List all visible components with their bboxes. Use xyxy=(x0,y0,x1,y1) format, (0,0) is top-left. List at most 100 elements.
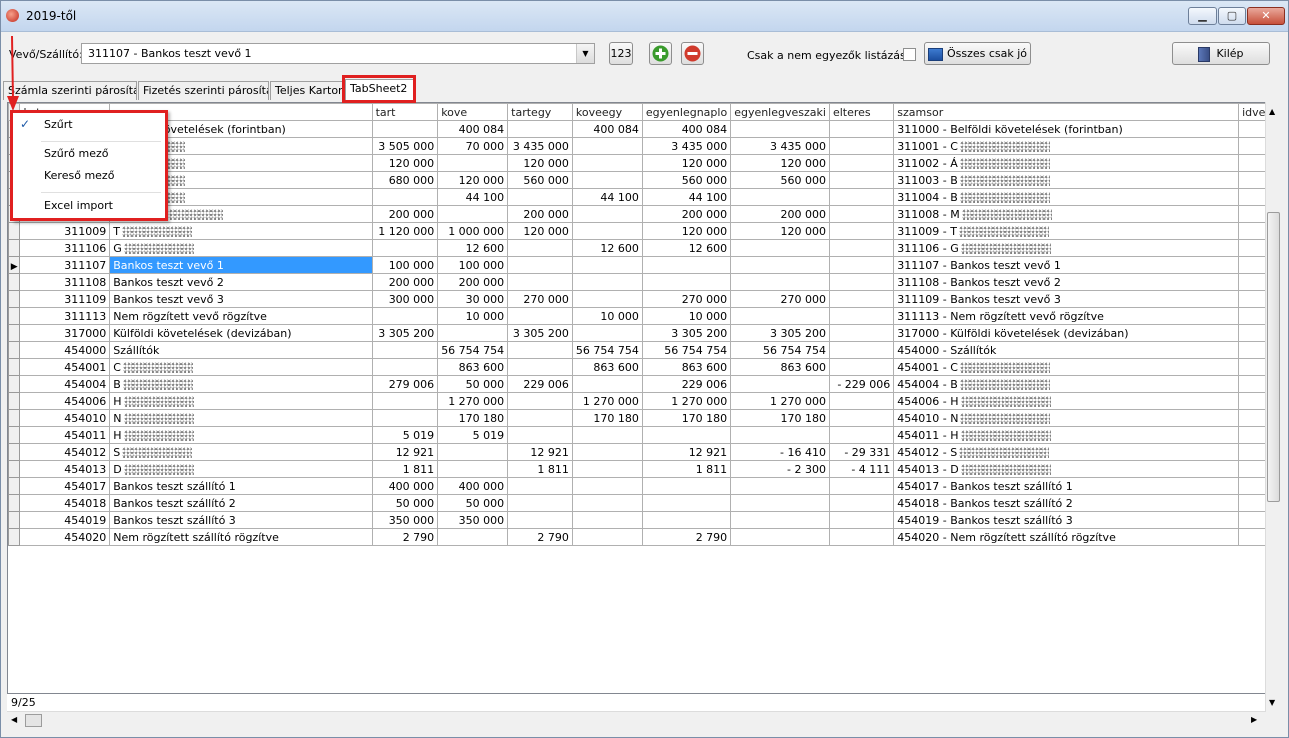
cell-egyvesz[interactable]: 560 000 xyxy=(730,171,830,189)
cell-kod[interactable]: 311106 xyxy=(19,239,111,257)
table-row[interactable]: 454012 S 12 921 12 921 12 921 - 16 410 - 29 33… xyxy=(7,443,1280,461)
cell-koveegy[interactable] xyxy=(571,426,643,444)
cell-tartegy[interactable] xyxy=(507,409,573,427)
cell-koveegy[interactable] xyxy=(571,137,643,155)
tab-fizetes-parositas[interactable]: Fizetés szerinti párosítás xyxy=(138,81,269,100)
table-row[interactable]: 311009 T 1 120 000 1 000 000 120 000 120 000 1… xyxy=(7,222,1280,240)
cell-koveegy[interactable] xyxy=(571,375,643,393)
cell-elteres[interactable] xyxy=(828,511,895,529)
row-indicator[interactable] xyxy=(7,409,21,427)
cell-koveegy[interactable] xyxy=(571,528,643,546)
table-row[interactable]: 311113 Nem rögzített vevő rögzítve 10 000 1… xyxy=(7,307,1280,325)
cell-szamsor[interactable]: 454011 - H xyxy=(893,426,1240,444)
cell-egyvesz[interactable]: 3 305 200 xyxy=(730,324,830,342)
table-row[interactable]: 454006 H 1 270 000 1 270 000 1 270 000 1 270 … xyxy=(7,392,1280,410)
cell-szamsor[interactable]: 317000 - Külföldi követelések (devizában… xyxy=(893,324,1240,342)
cell-egynaplo[interactable]: 400 084 xyxy=(641,120,732,138)
cell-tart[interactable]: 1 120 000 xyxy=(371,222,439,240)
cell-kove[interactable]: 350 000 xyxy=(437,511,509,529)
cell-koveegy[interactable]: 10 000 xyxy=(571,307,643,325)
col-header-kove[interactable]: kove xyxy=(437,103,509,121)
cell-tart[interactable]: 200 000 xyxy=(371,205,439,223)
cell-elteres[interactable] xyxy=(828,477,895,495)
cell-szamsor[interactable]: 311000 - Belföldi követelések (forintban… xyxy=(893,120,1240,138)
cell-szamsor[interactable]: 311108 - Bankos teszt vevő 2 xyxy=(893,273,1240,291)
cell-egyvesz[interactable]: 3 435 000 xyxy=(730,137,830,155)
combo-arrow-icon[interactable]: ▼ xyxy=(576,44,594,63)
cell-egynaplo[interactable]: 12 921 xyxy=(641,443,732,461)
cell-nev[interactable]: Bankos teszt szállító 3 xyxy=(109,511,373,529)
cell-kod[interactable]: 454018 xyxy=(19,494,111,512)
cell-tart[interactable] xyxy=(371,358,439,376)
cell-egynaplo[interactable]: 1 270 000 xyxy=(641,392,732,410)
row-indicator[interactable] xyxy=(7,358,21,376)
cell-kove[interactable]: 50 000 xyxy=(437,494,509,512)
cell-kove[interactable] xyxy=(437,460,509,478)
cell-egyvesz[interactable] xyxy=(730,477,830,495)
cell-egynaplo[interactable] xyxy=(641,426,732,444)
vevo-combo[interactable]: 311107 - Bankos teszt vevő 1 ▼ xyxy=(81,43,595,64)
cell-tartegy[interactable] xyxy=(507,188,573,206)
table-row[interactable]: 311106 G 12 600 12 600 12 600 311106 - G xyxy=(7,239,1280,257)
cell-tartegy[interactable] xyxy=(507,239,573,257)
cell-egyvesz[interactable]: 120 000 xyxy=(730,222,830,240)
cell-kod[interactable]: 311109 xyxy=(19,290,111,308)
cell-kove[interactable]: 70 000 xyxy=(437,137,509,155)
cell-tartegy[interactable] xyxy=(507,494,573,512)
cell-elteres[interactable] xyxy=(828,358,895,376)
cell-kove[interactable]: 1 000 000 xyxy=(437,222,509,240)
cell-kod[interactable]: 311107 xyxy=(19,256,111,274)
cell-kod[interactable]: 317000 xyxy=(19,324,111,342)
cell-kove[interactable]: 12 600 xyxy=(437,239,509,257)
cell-szamsor[interactable]: 311004 - B xyxy=(893,188,1240,206)
cell-elteres[interactable]: - 4 111 xyxy=(828,460,895,478)
cell-kod[interactable]: 454000 xyxy=(19,341,111,359)
cell-kod[interactable]: 454001 xyxy=(19,358,111,376)
table-row[interactable]: 311008Mind B200 000200 000200 000200 000… xyxy=(7,205,1280,223)
cell-kod[interactable]: 454020 xyxy=(19,528,111,546)
cell-egynaplo[interactable]: 56 754 754 xyxy=(641,341,732,359)
table-row[interactable]: 454004 B 279 006 50 000 229 006 229 006 - 229 … xyxy=(7,375,1280,393)
cell-kove[interactable]: 170 180 xyxy=(437,409,509,427)
cell-tart[interactable] xyxy=(371,188,439,206)
cell-elteres[interactable] xyxy=(828,392,895,410)
cell-kove[interactable]: 5 019 xyxy=(437,426,509,444)
cell-tartegy[interactable]: 200 000 xyxy=(507,205,573,223)
cell-nev[interactable]: Bankos teszt szállító 2 xyxy=(109,494,373,512)
cell-tartegy[interactable] xyxy=(507,426,573,444)
cell-elteres[interactable] xyxy=(828,324,895,342)
cell-szamsor[interactable]: 454001 - C xyxy=(893,358,1240,376)
row-indicator[interactable] xyxy=(7,460,21,478)
cell-elteres[interactable] xyxy=(828,290,895,308)
cell-koveegy[interactable] xyxy=(571,290,643,308)
scroll-right-icon[interactable]: ▶ xyxy=(1251,715,1257,724)
row-indicator[interactable] xyxy=(7,341,21,359)
cell-kod[interactable]: 311113 xyxy=(19,307,111,325)
cell-egyvesz[interactable]: 56 754 754 xyxy=(730,341,830,359)
cell-tart[interactable]: 279 006 xyxy=(371,375,439,393)
cell-egynaplo[interactable] xyxy=(641,477,732,495)
cell-tart[interactable]: 100 000 xyxy=(371,256,439,274)
cell-tart[interactable]: 680 000 xyxy=(371,171,439,189)
row-indicator[interactable] xyxy=(7,392,21,410)
row-indicator[interactable] xyxy=(7,222,21,240)
cell-elteres[interactable] xyxy=(828,205,895,223)
cell-tart[interactable] xyxy=(371,239,439,257)
tab-szamla-parositas[interactable]: Számla szerinti párosítás xyxy=(3,81,137,100)
cell-kod[interactable]: 454010 xyxy=(19,409,111,427)
cell-tart[interactable]: 300 000 xyxy=(371,290,439,308)
cell-elteres[interactable] xyxy=(828,239,895,257)
row-indicator[interactable] xyxy=(7,443,21,461)
cell-egyvesz[interactable] xyxy=(730,307,830,325)
cell-tart[interactable] xyxy=(371,307,439,325)
cell-elteres[interactable] xyxy=(828,256,895,274)
cell-tart[interactable]: 5 019 xyxy=(371,426,439,444)
cell-egyvesz[interactable]: 270 000 xyxy=(730,290,830,308)
cell-kove[interactable] xyxy=(437,154,509,172)
row-indicator[interactable] xyxy=(7,375,21,393)
cell-szamsor[interactable]: 311107 - Bankos teszt vevő 1 xyxy=(893,256,1240,274)
cell-koveegy[interactable]: 44 100 xyxy=(571,188,643,206)
cell-szamsor[interactable]: 311106 - G xyxy=(893,239,1240,257)
col-header-elteres[interactable]: elteres xyxy=(828,103,895,121)
table-row[interactable]: 317000 Külföldi követelések (devizában) 3 … xyxy=(7,324,1280,342)
